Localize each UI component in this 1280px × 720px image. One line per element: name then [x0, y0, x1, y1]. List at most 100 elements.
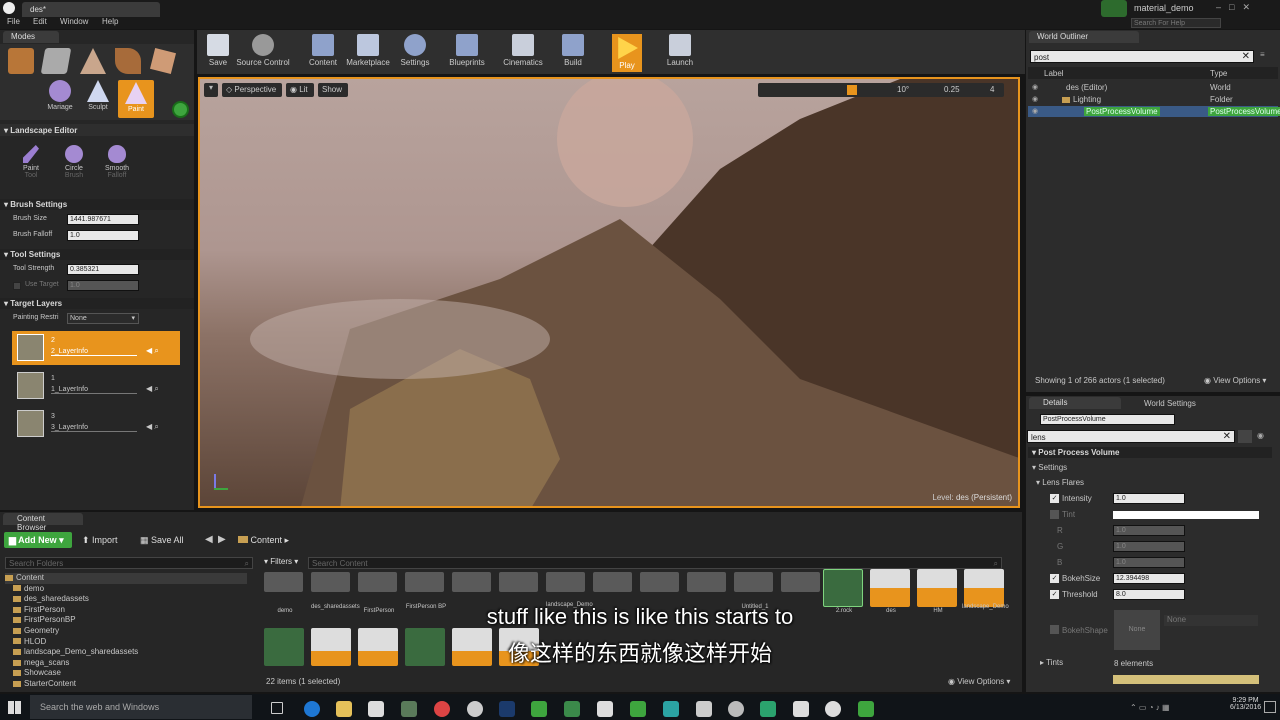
- app-icon[interactable]: [401, 701, 417, 717]
- modes-tab[interactable]: Modes: [3, 31, 59, 43]
- smooth-falloff-tool[interactable]: Smooth Falloff: [100, 145, 134, 187]
- tree-item-hlod[interactable]: HLOD: [5, 637, 247, 648]
- bokeh-size-checkbox[interactable]: ✓: [1050, 574, 1059, 583]
- tint-color-swatch[interactable]: [1113, 511, 1259, 519]
- place-mode-icon[interactable]: [8, 48, 34, 74]
- details-search-input[interactable]: lens ✕: [1027, 430, 1235, 443]
- app-icon[interactable]: [696, 701, 712, 717]
- lens-flares-group[interactable]: ▾ Lens Flares: [1036, 478, 1084, 487]
- asset-2-rock[interactable]: [823, 569, 863, 607]
- add-new-button[interactable]: ▆ Add New ▾: [4, 532, 72, 548]
- task-view-icon[interactable]: [271, 702, 283, 714]
- asset-des[interactable]: [870, 569, 910, 607]
- file-explorer-icon[interactable]: [336, 701, 352, 717]
- app-icon[interactable]: [760, 701, 776, 717]
- breadcrumb[interactable]: Content ▸: [238, 535, 289, 546]
- perspective-button[interactable]: ◇ Perspective: [222, 83, 282, 97]
- paint-brush-tool[interactable]: Paint Tool: [14, 145, 48, 187]
- layer-arrow-icon-2[interactable]: ◀ ⌕: [146, 346, 159, 356]
- tint-checkbox[interactable]: [1050, 510, 1059, 519]
- folder[interactable]: [687, 572, 726, 592]
- tints-group[interactable]: ▸ Tints: [1040, 658, 1063, 667]
- show-button[interactable]: Show: [318, 83, 348, 97]
- menu-window[interactable]: Window: [60, 17, 88, 26]
- tree-item-showcase[interactable]: Showcase: [5, 668, 247, 679]
- viewport-options-button[interactable]: ▾: [204, 83, 218, 97]
- outliner-search-input[interactable]: post ✕: [1030, 50, 1254, 63]
- app-icon[interactable]: [597, 701, 613, 717]
- forward-arrow-icon[interactable]: ▶: [218, 534, 226, 545]
- close-icon[interactable]: ✕: [1242, 51, 1250, 62]
- asset-static-mesh[interactable]: [405, 628, 445, 666]
- actor-name-input[interactable]: PostProcessVolume: [1040, 414, 1175, 425]
- folder[interactable]: [593, 572, 632, 592]
- bokeh-shape-checkbox[interactable]: [1050, 625, 1059, 634]
- outliner-view-options[interactable]: ◉ View Options ▾: [1204, 376, 1266, 385]
- menu-file[interactable]: File: [7, 17, 20, 26]
- content-button[interactable]: Content: [302, 34, 344, 72]
- scale-snap-value[interactable]: 0.25: [944, 85, 960, 94]
- asset-hm[interactable]: [917, 569, 957, 607]
- tray-icons[interactable]: ⌃ ▭ ◔ ♪ ▦: [1130, 703, 1170, 712]
- taskbar-search-input[interactable]: Search the web and Windows: [30, 695, 252, 719]
- sculpt-tool-button[interactable]: Sculpt: [80, 80, 116, 118]
- lit-button[interactable]: ◉ Lit: [286, 83, 314, 97]
- outliner-settings-icon[interactable]: ≡: [1260, 50, 1272, 63]
- folder[interactable]: [452, 572, 491, 592]
- clock[interactable]: 9:29 PM 6/13/2016: [1230, 697, 1261, 711]
- eye-icon[interactable]: ◉: [1032, 107, 1038, 115]
- folder[interactable]: [781, 572, 820, 592]
- tint-g-input[interactable]: 1.0: [1113, 541, 1185, 552]
- column-label[interactable]: Label: [1044, 69, 1064, 78]
- layer-arrow-icon-3[interactable]: ◀ ⌕: [146, 422, 159, 432]
- close-icon[interactable]: ✕: [1223, 431, 1231, 442]
- filters-button[interactable]: ▾ Filters ▾: [264, 557, 304, 569]
- transform-toolbar[interactable]: [758, 83, 1004, 97]
- chrome-icon[interactable]: [434, 701, 450, 717]
- use-target-checkbox[interactable]: [13, 282, 21, 290]
- search-folders-input[interactable]: Search Folders ⌕: [5, 557, 253, 569]
- folder[interactable]: [499, 572, 538, 592]
- folder[interactable]: [640, 572, 679, 592]
- world-outliner-tab[interactable]: World Outliner: [1029, 31, 1139, 43]
- folder-firstperson[interactable]: [358, 572, 397, 592]
- unreal-editor-icon[interactable]: [825, 701, 841, 717]
- tree-item-geometry[interactable]: Geometry: [5, 626, 247, 637]
- tree-item-landscape-demo[interactable]: landscape_Demo_sharedassets: [5, 647, 247, 658]
- asset-landscape[interactable]: [358, 628, 398, 666]
- bokeh-shape-select[interactable]: None: [1164, 615, 1258, 626]
- app-icon[interactable]: [858, 701, 874, 717]
- bokeh-shape-thumbnail[interactable]: None: [1114, 610, 1160, 650]
- circle-brush-tool[interactable]: Circle Brush: [57, 145, 91, 187]
- content-browser-tab[interactable]: Content Browser: [3, 513, 83, 532]
- grid-snap-icon[interactable]: [847, 85, 857, 95]
- window-controls[interactable]: –□✕: [1216, 2, 1276, 13]
- save-all-button[interactable]: ▦ Save All: [140, 535, 184, 546]
- camera-speed-value[interactable]: 4: [990, 85, 994, 94]
- target-layers-header[interactable]: ▾ Target Layers: [0, 298, 194, 309]
- marketplace-button[interactable]: Marketplace: [344, 34, 392, 72]
- settings-button[interactable]: Settings: [394, 34, 436, 72]
- folder-firstperson-bp[interactable]: [405, 572, 444, 592]
- tint-swatch-row[interactable]: [1113, 675, 1259, 684]
- start-button[interactable]: [8, 701, 21, 714]
- play-button[interactable]: Play: [612, 34, 642, 72]
- column-type[interactable]: Type: [1210, 69, 1227, 78]
- source-control-status-icon[interactable]: [1101, 0, 1127, 17]
- menu-help[interactable]: Help: [102, 17, 118, 26]
- details-tab[interactable]: Details: [1029, 397, 1121, 409]
- angle-snap-value[interactable]: 10°: [897, 85, 909, 94]
- folder-demo[interactable]: [264, 572, 303, 592]
- details-grid-icon[interactable]: [1238, 430, 1252, 443]
- tree-item-content[interactable]: Content: [5, 573, 247, 584]
- photoshop-icon[interactable]: [499, 701, 515, 717]
- foliage-mode-icon[interactable]: [115, 48, 141, 74]
- menu-edit[interactable]: Edit: [33, 17, 47, 26]
- threshold-input[interactable]: 8.0: [1113, 589, 1185, 600]
- mode-expand-icon[interactable]: [172, 101, 189, 118]
- intensity-input[interactable]: 1.0: [1113, 493, 1185, 504]
- import-button[interactable]: ⬆ Import: [82, 535, 118, 546]
- asset-landscape[interactable]: [311, 628, 351, 666]
- epic-launcher-icon[interactable]: [793, 701, 809, 717]
- tree-item-demo[interactable]: demo: [5, 584, 247, 595]
